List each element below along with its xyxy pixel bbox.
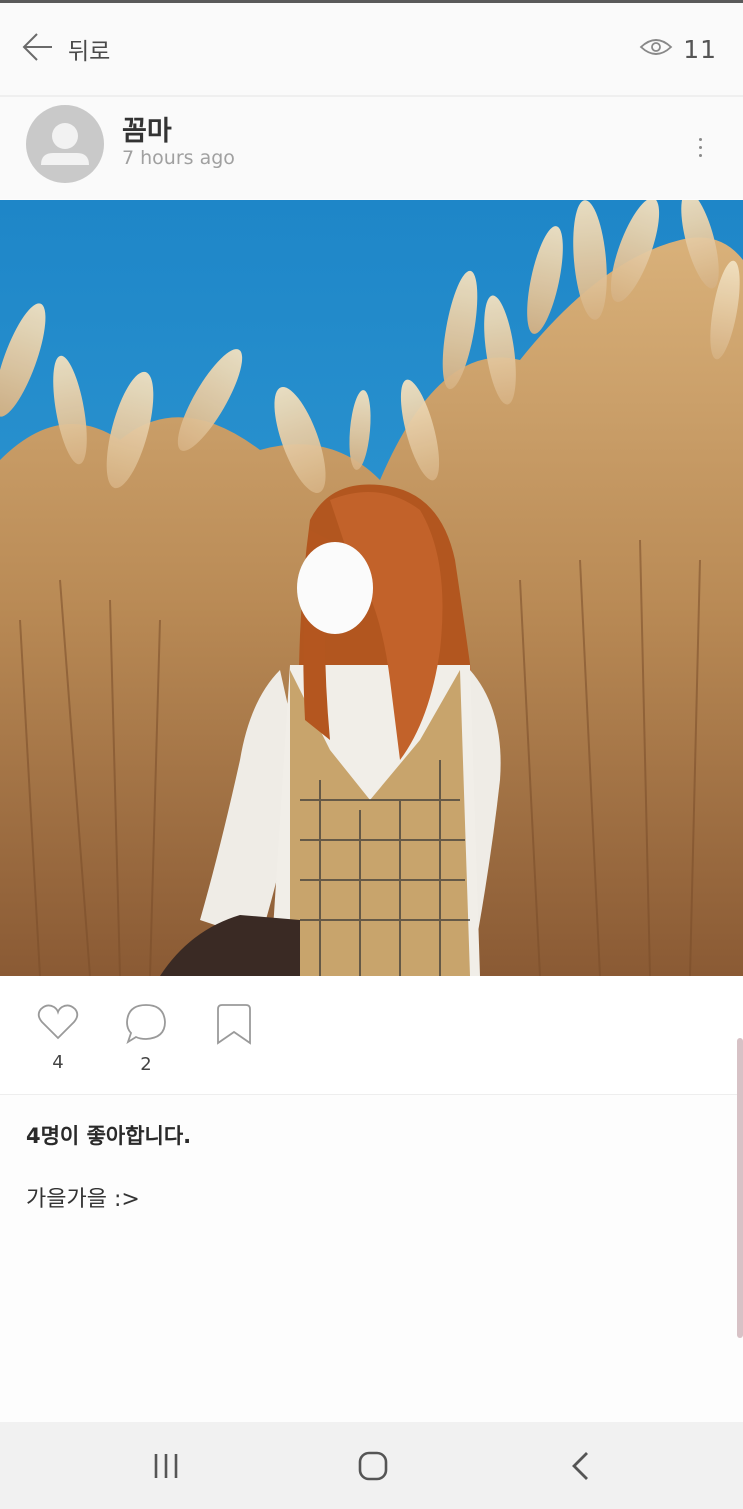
back-arrow-icon	[20, 29, 56, 69]
avatar-placeholder-icon	[41, 123, 89, 165]
scrollbar[interactable]	[737, 1038, 743, 1338]
comment-bubble-icon	[124, 1002, 168, 1048]
system-back-button[interactable]	[551, 1442, 611, 1490]
like-button[interactable]: 4	[28, 1002, 88, 1073]
more-vertical-icon	[698, 137, 702, 141]
post-photo[interactable]	[0, 200, 743, 976]
post-detail-screen: 뒤로 11 꼼마 7 hours ago 4 2 4명이 좋아합니다. 가을가을…	[0, 0, 743, 1509]
bookmark-button[interactable]	[204, 1002, 264, 1050]
post-caption: 가을가을 :>	[26, 1187, 140, 1212]
home-button[interactable]	[343, 1442, 403, 1490]
recent-apps-button[interactable]	[136, 1442, 196, 1490]
eye-icon	[639, 36, 673, 62]
post-time: 7 hours ago	[122, 147, 235, 169]
system-navigation-bar	[0, 1422, 743, 1509]
recent-apps-icon	[154, 1454, 178, 1478]
likes-summary[interactable]: 4명이 좋아합니다.	[26, 1120, 191, 1150]
more-options-button[interactable]	[685, 127, 715, 167]
heart-icon	[36, 1002, 80, 1046]
view-count: 11	[683, 34, 717, 64]
bookmark-icon	[214, 1002, 254, 1050]
back-label: 뒤로	[68, 39, 111, 65]
back-button[interactable]: 뒤로	[20, 27, 110, 71]
author-name[interactable]: 꼼마	[122, 109, 172, 148]
view-counter: 11	[639, 27, 717, 71]
photo-illustration	[0, 200, 743, 976]
post-actions: 4 2	[0, 976, 743, 1095]
top-bar: 뒤로 11	[0, 3, 743, 97]
like-count: 4	[52, 1052, 64, 1073]
avatar[interactable]	[26, 105, 104, 183]
comment-button[interactable]: 2	[116, 1002, 176, 1075]
post-header: 꼼마 7 hours ago	[0, 97, 743, 199]
home-icon	[358, 1451, 388, 1481]
back-icon	[572, 1452, 588, 1480]
comment-count: 2	[140, 1054, 152, 1075]
